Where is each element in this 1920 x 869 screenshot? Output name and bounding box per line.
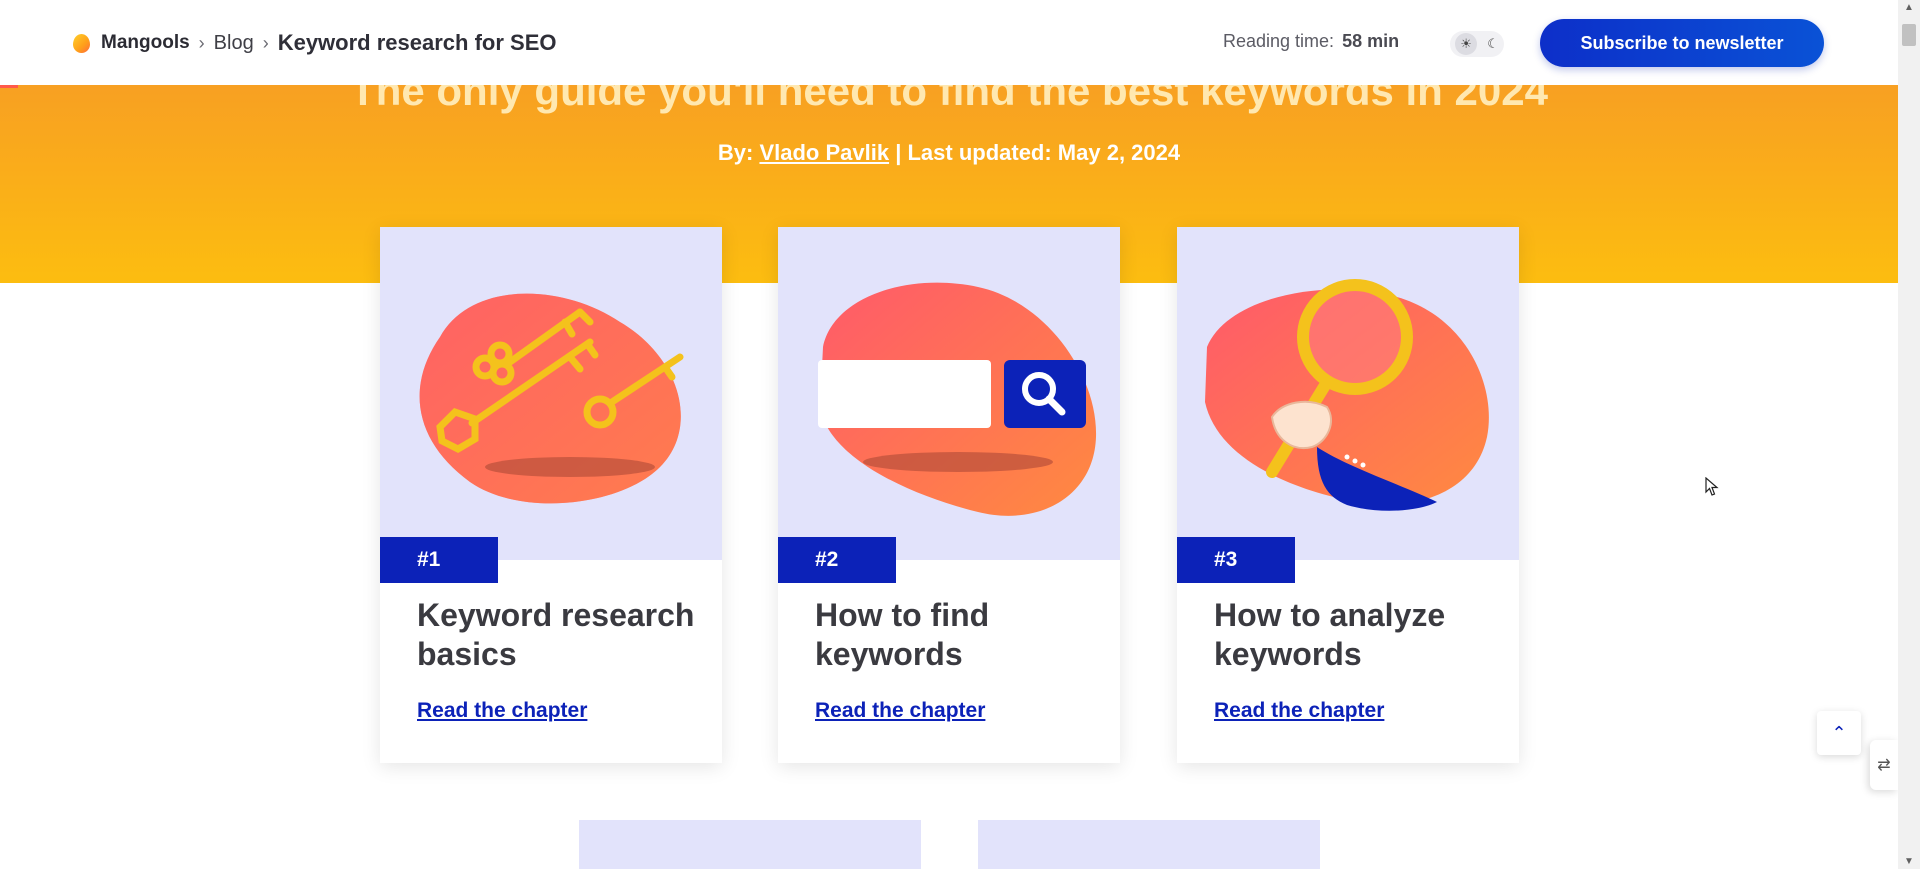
- theme-toggle[interactable]: ☀ ☾: [1450, 31, 1504, 57]
- keys-icon: [419, 293, 684, 504]
- read-chapter-link[interactable]: Read the chapter: [417, 699, 587, 723]
- chapter-card[interactable]: #2 How to find keywords Read the chapter: [778, 227, 1120, 763]
- page-title: The only guide you'll need to find the b…: [350, 85, 1548, 114]
- read-chapter-link[interactable]: Read the chapter: [815, 699, 985, 723]
- chapter-title: How to find keywords: [815, 597, 990, 672]
- chapter-card[interactable]: #3 How to analyze keywords Read the chap…: [1177, 227, 1519, 763]
- chevron-right-icon: ›: [262, 32, 269, 53]
- moon-icon[interactable]: ☾: [1487, 36, 1499, 52]
- widget-icon: ⇄: [1877, 757, 1891, 774]
- side-widget-tab[interactable]: ⇄: [1870, 740, 1898, 790]
- chapter-number-badge: #2: [778, 537, 896, 583]
- vertical-scrollbar[interactable]: ▲ ▼: [1898, 0, 1920, 869]
- brand-link[interactable]: Mangools: [101, 32, 190, 54]
- mouse-cursor-icon: [1705, 477, 1719, 496]
- byline: By: Vlado Pavlik | Last updated: May 2, …: [0, 140, 1898, 166]
- reading-time: Reading time: 58 min: [1223, 31, 1399, 52]
- reading-time-value: 58 min: [1342, 31, 1400, 51]
- breadcrumb-blog[interactable]: Blog: [214, 32, 254, 55]
- chevron-up-icon: ⌃: [1831, 722, 1847, 743]
- chapter-card-partial[interactable]: [579, 820, 921, 869]
- chapter-number-badge: #1: [380, 537, 498, 583]
- search-bar-icon: [818, 282, 1097, 516]
- chapter-card-partial[interactable]: [978, 820, 1320, 869]
- breadcrumb-current: Keyword research for SEO: [277, 30, 557, 55]
- chapter-title: How to analyze keywords: [1214, 597, 1446, 672]
- chapter-illustration: [380, 227, 722, 560]
- scroll-down-icon[interactable]: ▼: [1904, 856, 1914, 867]
- subscribe-button[interactable]: Subscribe to newsletter: [1540, 19, 1824, 67]
- chapter-illustration: [1177, 227, 1519, 560]
- last-updated: | Last updated: May 2, 2024: [895, 140, 1181, 165]
- top-bar: Mangools › Blog › Keyword research for S…: [0, 0, 1898, 85]
- mangools-logo-icon[interactable]: [73, 33, 90, 53]
- chevron-right-icon: ›: [198, 32, 205, 53]
- chapter-number-badge: #3: [1177, 537, 1295, 583]
- chapter-title: Keyword research basics: [417, 597, 695, 672]
- by-label: By:: [717, 140, 754, 165]
- scroll-up-icon[interactable]: ▲: [1904, 2, 1914, 13]
- magnifier-hand-icon: [1205, 279, 1489, 511]
- back-to-top-button[interactable]: ⌃: [1817, 711, 1861, 755]
- breadcrumb: Mangools › Blog › Keyword research for S…: [73, 28, 556, 58]
- scrollbar-thumb[interactable]: [1902, 24, 1916, 46]
- author-link[interactable]: Vlado Pavlik: [759, 140, 889, 165]
- sun-icon[interactable]: ☀: [1455, 33, 1478, 55]
- read-chapter-link[interactable]: Read the chapter: [1214, 699, 1384, 723]
- reading-time-label: Reading time:: [1223, 31, 1335, 51]
- chapter-illustration: [778, 227, 1120, 560]
- chapter-card[interactable]: #1 Keyword research basics Read the chap…: [380, 227, 722, 763]
